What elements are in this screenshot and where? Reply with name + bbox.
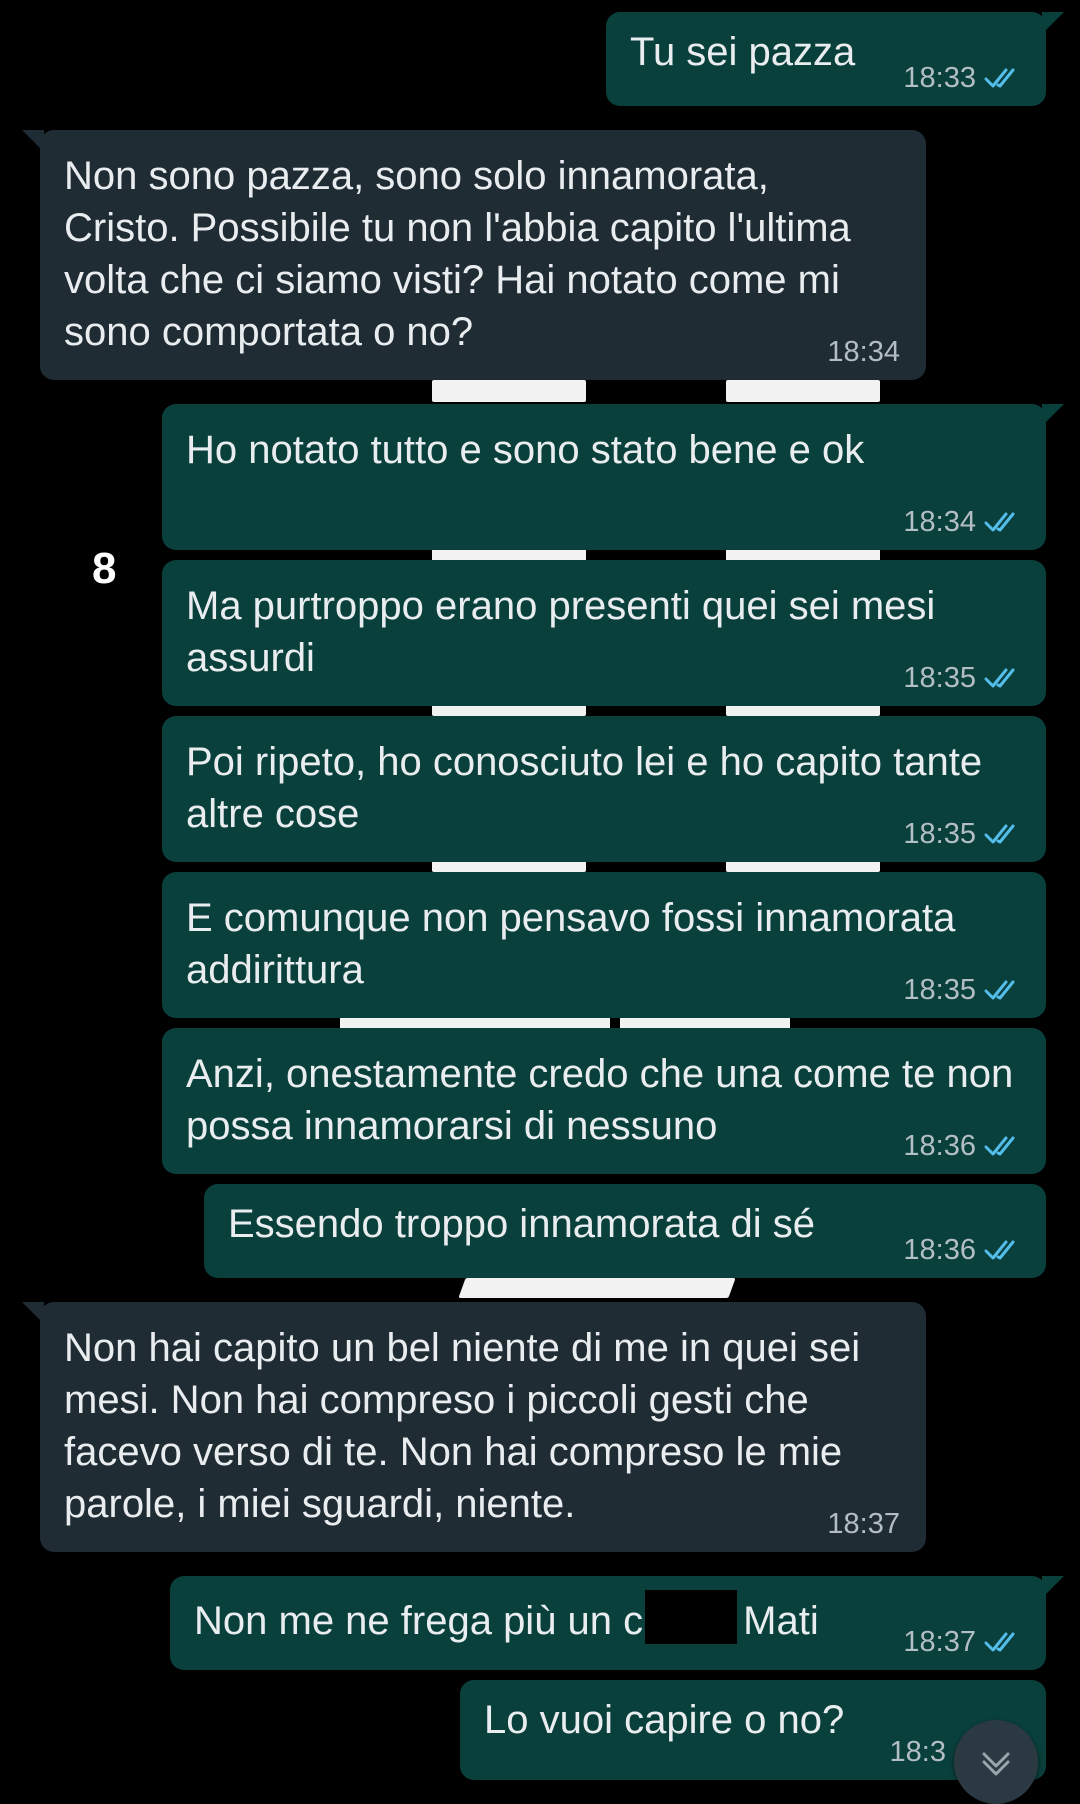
- message-text: Tu sei pazza: [630, 30, 856, 74]
- message-meta: 18:35: [903, 818, 1026, 850]
- side-number: 8: [92, 544, 117, 593]
- message-time: 18:36: [903, 1234, 976, 1266]
- message-bubble[interactable]: Poi ripeto, ho conosciuto lei e ho capit…: [162, 716, 1046, 862]
- double-check-icon: [984, 1240, 1015, 1260]
- message-bubble[interactable]: Non hai capito un bel niente di me in qu…: [22, 1302, 926, 1552]
- message-text: Non sono pazza, sono solo innamorata, Cr…: [64, 154, 862, 354]
- message-bubble[interactable]: Non me ne frega più un c Mati 18:37: [170, 1576, 1064, 1670]
- double-check-icon: [984, 980, 1015, 1000]
- message-text: Non me ne frega più un c: [194, 1599, 644, 1643]
- message-time: 18:34: [903, 506, 976, 538]
- message-time: 18:34: [827, 336, 900, 368]
- scroll-to-bottom-button[interactable]: [954, 1720, 1038, 1804]
- message-time: 18:35: [903, 662, 976, 694]
- message-bubble[interactable]: Ma purtroppo erano presenti quei sei mes…: [162, 560, 1046, 706]
- message-time: 18:33: [903, 62, 976, 94]
- message-bubble[interactable]: Essendo troppo innamorata di sé 18:36: [204, 1184, 1046, 1278]
- message-text: Ho notato tutto e sono stato bene e ok: [186, 428, 865, 472]
- message-text: E comunque non pensavo fossi innamorata …: [186, 896, 967, 992]
- message-text: Mati: [743, 1599, 819, 1643]
- message-meta: 18:37: [903, 1626, 1026, 1658]
- message-meta: 18:34: [827, 336, 900, 368]
- double-check-icon: [984, 824, 1015, 844]
- message-meta: 18:36: [903, 1234, 1026, 1266]
- wallpaper-stripe: [432, 380, 586, 402]
- message-time: 18:37: [903, 1626, 976, 1658]
- double-check-icon: [984, 68, 1015, 88]
- censor-block: [645, 1590, 738, 1644]
- message-text: Ma purtroppo erano presenti quei sei mes…: [186, 584, 947, 680]
- message-bubble[interactable]: Tu sei pazza 18:33: [606, 12, 1064, 106]
- message-bubble[interactable]: Ho notato tutto e sono stato bene e ok 1…: [162, 404, 1064, 550]
- message-time: 18:3: [889, 1736, 946, 1768]
- message-meta: 18:37: [827, 1508, 900, 1540]
- message-bubble[interactable]: Non sono pazza, sono solo innamorata, Cr…: [22, 130, 926, 380]
- double-check-icon: [984, 1632, 1015, 1652]
- message-meta: 18:3: [890, 1736, 946, 1768]
- message-text: Essendo troppo innamorata di sé: [228, 1202, 816, 1246]
- message-bubble[interactable]: Anzi, onestamente credo che una come te …: [162, 1028, 1046, 1174]
- message-bubble[interactable]: E comunque non pensavo fossi innamorata …: [162, 872, 1046, 1018]
- message-text: Non hai capito un bel niente di me in qu…: [64, 1326, 872, 1526]
- message-text: Anzi, onestamente credo che una come te …: [186, 1052, 1025, 1148]
- chat-background: 8 Tu sei pazza 18:33 Non sono pazza, son…: [0, 0, 1080, 1804]
- wallpaper-stripe: [726, 380, 880, 402]
- double-check-icon: [984, 512, 1015, 532]
- message-meta: 18:36: [903, 1130, 1026, 1162]
- message-meta: 18:35: [903, 662, 1026, 694]
- message-meta: 18:35: [903, 974, 1026, 1006]
- double-check-icon: [984, 1136, 1015, 1156]
- message-text: Lo vuoi capire o no?: [484, 1698, 845, 1742]
- chevron-down-icon: [982, 1752, 1010, 1776]
- message-time: 18:35: [903, 974, 976, 1006]
- message-time: 18:37: [827, 1508, 900, 1540]
- message-meta: 18:34: [903, 506, 1026, 538]
- message-meta: 18:33: [903, 62, 1026, 94]
- message-time: 18:36: [903, 1130, 976, 1162]
- message-text: Poi ripeto, ho conosciuto lei e ho capit…: [186, 740, 994, 836]
- double-check-icon: [984, 668, 1015, 688]
- wallpaper-stripe: [458, 1278, 736, 1298]
- message-time: 18:35: [903, 818, 976, 850]
